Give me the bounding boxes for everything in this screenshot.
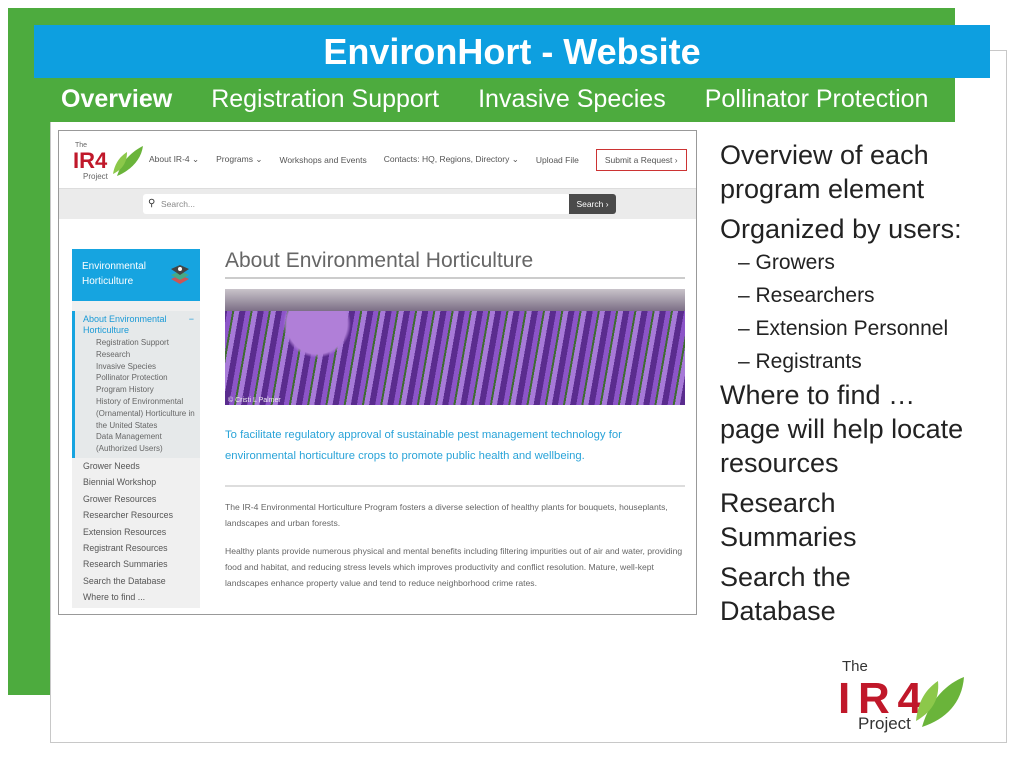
nav-contacts[interactable]: Contacts: HQ, Regions, Directory ⌄ [384,154,519,165]
sub-bullet: – Registrants [738,350,862,373]
bullet: Research Summaries [720,488,857,552]
slide-title: EnvironHort - Website [34,25,990,78]
bullet: Overview of each program element [720,140,929,204]
sidebar-link[interactable]: Grower Needs [72,458,200,474]
sidebar-subitem[interactable]: Pollinator Protection [83,372,200,384]
section-tabs: Overview Registration Support Invasive S… [50,80,956,120]
tab-overview[interactable]: Overview [61,80,172,120]
sidebar-link[interactable]: Extension Resources [72,524,200,540]
sidebar-submenu: About Environmental Horticulture − Regist… [72,311,200,458]
greenhouse-photo: © Cristi L Palmer [225,289,685,405]
sidebar-item-about[interactable]: About Environmental Horticulture − [83,314,200,336]
sidebar-subitem[interactable]: History of Environmental (Ornamental) Ho… [83,396,200,431]
main-content: About Environmental Horticulture © Crist… [225,249,685,591]
ir4-logo: The IR4 Project [838,658,964,733]
sidebar-link[interactable]: Registrant Resources [72,540,200,556]
svg-text:The: The [842,658,868,675]
nav-upload[interactable]: Upload File [536,155,579,165]
nav-workshops[interactable]: Workshops and Events [279,155,366,165]
sub-bullet: – Extension Personnel [738,317,949,340]
sidebar-link[interactable]: Where to find ... [72,589,200,605]
bullet: Organized by users: [720,214,962,244]
sidebar-header: Environmental Horticulture [72,249,200,301]
bullet: Where to find … page will help locate re… [720,380,964,478]
body-paragraph: Healthy plants provide numerous physical… [225,546,683,588]
svg-text:IR4: IR4 [73,148,108,173]
search-bar: ⚲ Search... Search › [59,189,696,219]
svg-text:Project: Project [83,172,109,181]
sub-bullet: – Researchers [738,284,875,307]
svg-text:Project: Project [858,714,911,733]
site-logo[interactable]: The IR4 Project [59,138,149,182]
sidebar-link[interactable]: Search the Database [72,573,200,589]
sidebar-subitem[interactable]: Data Management (Authorized Users) [83,431,200,455]
search-placeholder: Search... [161,199,196,209]
sidebar-subitem[interactable]: Invasive Species [83,361,200,373]
sidebar-link[interactable]: Researcher Resources [72,507,200,523]
sub-bullet: – Growers [738,251,835,274]
tab-pollinator-protection[interactable]: Pollinator Protection [705,80,929,120]
sidebar-subitem[interactable]: Program History [83,384,200,396]
layers-icon [171,265,189,284]
search-input[interactable]: ⚲ Search... [143,194,570,214]
page-heading: About Environmental Horticulture [225,249,685,279]
site-nav: The IR4 Project About IR-4 ⌄ Programs ⌄ Wo… [59,131,696,189]
photo-credit: © Cristi L Palmer [228,397,281,404]
tab-invasive-species[interactable]: Invasive Species [478,80,666,120]
nav-about[interactable]: About IR-4 ⌄ [149,154,199,165]
bullet-list: Overview of each program element Organiz… [720,138,1010,634]
sidebar-link[interactable]: Research Summaries [72,556,200,572]
sidebar-subitem[interactable]: Registration Support Research [83,337,200,361]
sidebar-link[interactable]: Grower Resources [72,491,200,507]
sidebar: Environmental Horticulture About Environ… [72,249,200,608]
submit-request-button[interactable]: Submit a Request › [595,148,687,171]
sidebar-link[interactable]: Biennial Workshop [72,474,200,490]
search-icon: ⚲ [148,198,156,209]
search-button[interactable]: Search › [569,194,616,214]
tab-registration-support[interactable]: Registration Support [211,80,439,120]
mission-statement: To facilitate regulatory approval of sus… [225,425,685,487]
website-screenshot: The IR4 Project About IR-4 ⌄ Programs ⌄ Wo… [58,130,697,615]
body-paragraph: The IR-4 Environmental Horticulture Prog… [225,502,668,528]
bullet: Search the Database [720,562,851,626]
nav-programs[interactable]: Programs ⌄ [216,154,262,165]
